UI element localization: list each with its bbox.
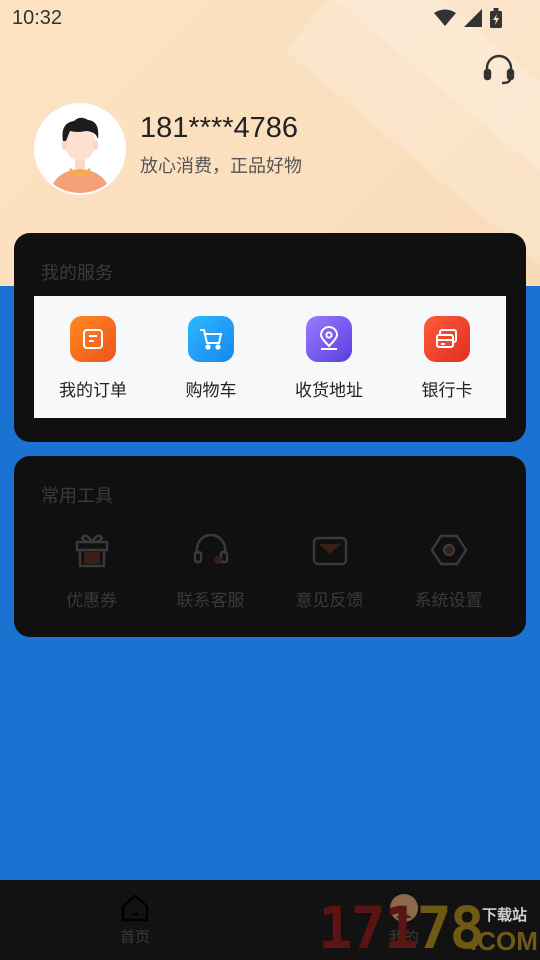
- service-bank-card[interactable]: 银行卡: [388, 296, 506, 418]
- services-card: 我的服务 我的订单 购物车 收货地址 银行卡: [14, 233, 526, 442]
- tool-label: 联系客服: [176, 591, 245, 611]
- watermark-domain: .COM: [470, 926, 538, 956]
- watermark-site: 下载站: [482, 906, 528, 924]
- status-icons: [434, 8, 502, 28]
- services-title: 我的服务: [41, 263, 113, 284]
- user-slogan: 放心消费，正品好物: [140, 156, 302, 177]
- location-icon: [306, 316, 352, 362]
- service-label: 购物车: [185, 381, 237, 401]
- service-label: 我的订单: [59, 381, 127, 401]
- tool-customer-service[interactable]: 联系客服: [151, 528, 270, 611]
- cart-icon: [188, 316, 234, 362]
- tool-label: 优惠券: [66, 591, 117, 611]
- tools-row: 优惠券 联系客服 意见反馈 系统设置: [14, 528, 526, 611]
- tab-home[interactable]: 首页: [95, 892, 175, 947]
- avatar[interactable]: [34, 103, 126, 195]
- customer-service-icon: [189, 528, 233, 572]
- tool-label: 系统设置: [414, 591, 483, 611]
- customer-service-icon[interactable]: [482, 52, 516, 86]
- status-bar: 10:32: [0, 0, 540, 38]
- home-icon: [121, 894, 149, 922]
- watermark-number: 17178: [318, 894, 485, 960]
- tool-settings[interactable]: 系统设置: [389, 528, 508, 611]
- wifi-icon: [434, 9, 456, 26]
- signal-icon: [464, 9, 482, 27]
- order-icon: [70, 316, 116, 362]
- service-my-orders[interactable]: 我的订单: [34, 296, 152, 418]
- watermark-logo: 17178 下载站 .COM: [318, 896, 540, 960]
- tools-card: 常用工具 优惠券 联系客服 意见反馈 系统设置: [14, 456, 526, 637]
- user-phone: 181****4786: [140, 112, 299, 144]
- tools-title: 常用工具: [41, 486, 113, 507]
- bank-card-icon: [424, 316, 470, 362]
- service-label: 银行卡: [421, 381, 473, 401]
- services-panel: 我的订单 购物车 收货地址 银行卡: [34, 296, 506, 418]
- tool-coupon[interactable]: 优惠券: [32, 528, 151, 611]
- battery-icon: [490, 8, 502, 28]
- settings-icon: [427, 528, 471, 572]
- feedback-icon: [308, 528, 352, 572]
- service-cart[interactable]: 购物车: [152, 296, 270, 418]
- service-label: 收货地址: [295, 381, 363, 401]
- tool-label: 意见反馈: [295, 591, 364, 611]
- tool-feedback[interactable]: 意见反馈: [270, 528, 389, 611]
- tab-label: 首页: [119, 928, 150, 946]
- status-time: 10:32: [12, 7, 63, 29]
- coupon-icon: [70, 528, 114, 572]
- service-address[interactable]: 收货地址: [270, 296, 388, 418]
